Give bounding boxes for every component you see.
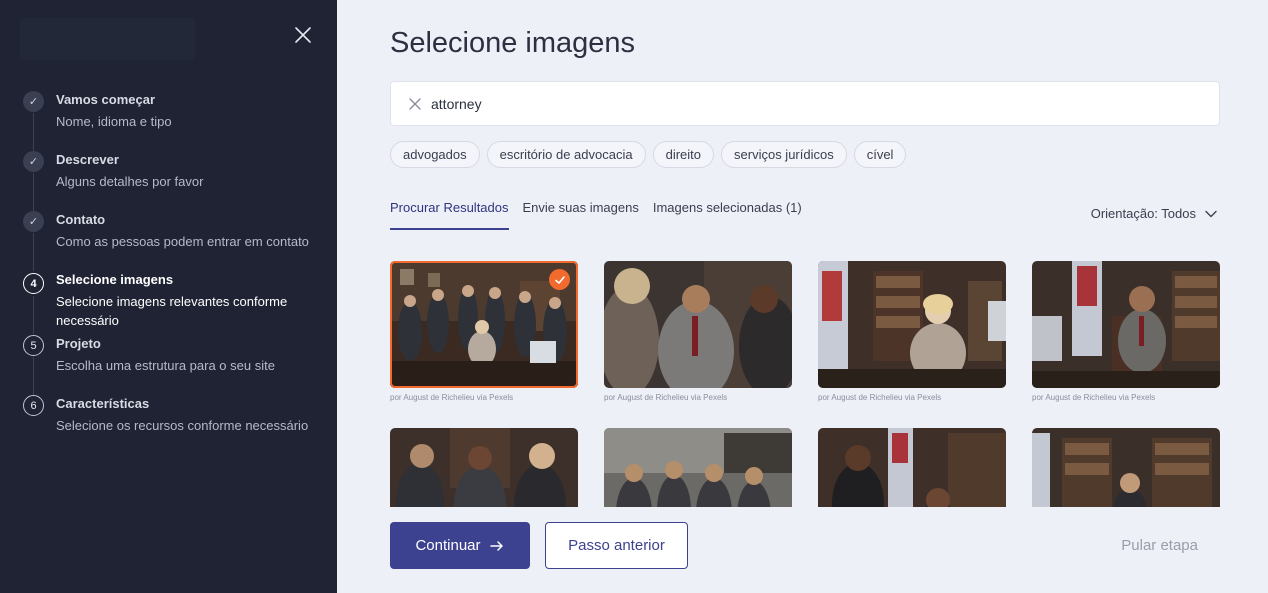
image-thumbnail	[818, 428, 1006, 507]
check-icon: ✓	[23, 211, 44, 232]
step-desc: Selecione os recursos conforme necessári…	[56, 418, 309, 433]
step-desc: Selecione imagens relevantes conforme ne…	[56, 294, 288, 328]
image-card[interactable]	[1032, 428, 1220, 507]
continue-button[interactable]: Continuar	[390, 522, 530, 569]
image-caption: por August de Richelieu via Pexels	[1032, 393, 1156, 402]
chevron-down-icon	[1205, 210, 1217, 217]
step-number: 5	[23, 335, 44, 356]
image-card[interactable]: por August de Richelieu via Pexels	[818, 261, 1006, 402]
image-card[interactable]: por August de Richelieu via Pexels	[390, 261, 578, 402]
tab-envie-suas-imagens[interactable]: Envie suas imagens	[523, 200, 639, 230]
step-number: 4	[23, 273, 44, 294]
step-title: Descrever	[56, 152, 119, 167]
tab-imagens-selecionadas[interactable]: Imagens selecionadas (1)	[653, 200, 802, 230]
image-thumbnail	[818, 261, 1006, 388]
step-connector	[33, 113, 34, 151]
skip-step-link[interactable]: Pular etapa	[1121, 537, 1198, 554]
tab-procurar-resultados[interactable]: Procurar Resultados	[390, 200, 509, 230]
main-panel: Selecione imagens advogados escritório d…	[337, 0, 1268, 593]
image-caption: por August de Richelieu via Pexels	[604, 393, 728, 402]
step-title: Vamos começar	[56, 92, 156, 107]
image-caption: por August de Richelieu via Pexels	[818, 393, 942, 402]
image-card[interactable]	[818, 428, 1006, 507]
clear-search-icon[interactable]	[407, 96, 423, 112]
image-thumbnail	[390, 428, 578, 507]
image-thumbnail	[604, 261, 792, 388]
step-title: Contato	[56, 212, 106, 227]
step-connector	[33, 296, 34, 334]
step-desc: Escolha uma estrutura para o seu site	[56, 358, 275, 373]
selected-check-icon	[549, 269, 570, 290]
image-thumbnail	[1032, 261, 1220, 388]
orientation-label: Orientação: Todos	[1090, 206, 1196, 221]
chip-direito[interactable]: direito	[652, 141, 715, 168]
step-connector	[33, 357, 34, 395]
step-connector	[33, 233, 34, 271]
image-thumbnail	[1032, 428, 1220, 507]
page-title: Selecione imagens	[390, 27, 636, 59]
suggestion-chips: advogados escritório de advocacia direit…	[390, 141, 907, 168]
step-number: 6	[23, 395, 44, 416]
search-input[interactable]	[431, 92, 1191, 116]
step-title: Selecione imagens	[56, 272, 174, 287]
logo-placeholder	[20, 18, 195, 60]
check-icon: ✓	[23, 151, 44, 172]
check-icon: ✓	[23, 91, 44, 112]
image-card[interactable]	[604, 428, 792, 507]
sidebar: ✓ Vamos começar Nome, idioma e tipo ✓ De…	[0, 0, 337, 593]
orientation-dropdown[interactable]: Orientação: Todos	[1091, 206, 1218, 221]
chip-escritorio-de-advocacia[interactable]: escritório de advocacia	[486, 141, 646, 168]
image-card[interactable]: por August de Richelieu via Pexels	[1032, 261, 1220, 402]
image-thumbnail	[604, 428, 792, 507]
step-desc: Nome, idioma e tipo	[56, 114, 172, 129]
step-connector	[33, 173, 34, 211]
continue-label: Continuar	[415, 537, 481, 554]
search-box	[390, 81, 1220, 126]
image-caption: por August de Richelieu via Pexels	[390, 393, 514, 402]
image-card[interactable]	[390, 428, 578, 507]
image-card[interactable]: por August de Richelieu via Pexels	[604, 261, 792, 402]
close-icon[interactable]	[292, 24, 314, 46]
step-title: Projeto	[56, 336, 101, 351]
step-desc: Como as pessoas podem entrar em contato	[56, 234, 309, 249]
chip-servicos-juridicos[interactable]: serviços jurídicos	[721, 141, 847, 168]
arrow-right-icon	[489, 540, 503, 551]
chip-advogados[interactable]: advogados	[390, 141, 480, 168]
previous-step-button[interactable]: Passo anterior	[545, 522, 688, 569]
image-grid: por August de Richelieu via Pexels por A…	[390, 261, 1220, 507]
step-title: Características	[56, 396, 150, 411]
chip-civel[interactable]: cível	[853, 141, 907, 168]
image-tabs: Procurar Resultados Envie suas imagens I…	[390, 200, 816, 230]
image-thumbnail	[390, 261, 578, 388]
step-desc: Alguns detalhes por favor	[56, 174, 204, 189]
